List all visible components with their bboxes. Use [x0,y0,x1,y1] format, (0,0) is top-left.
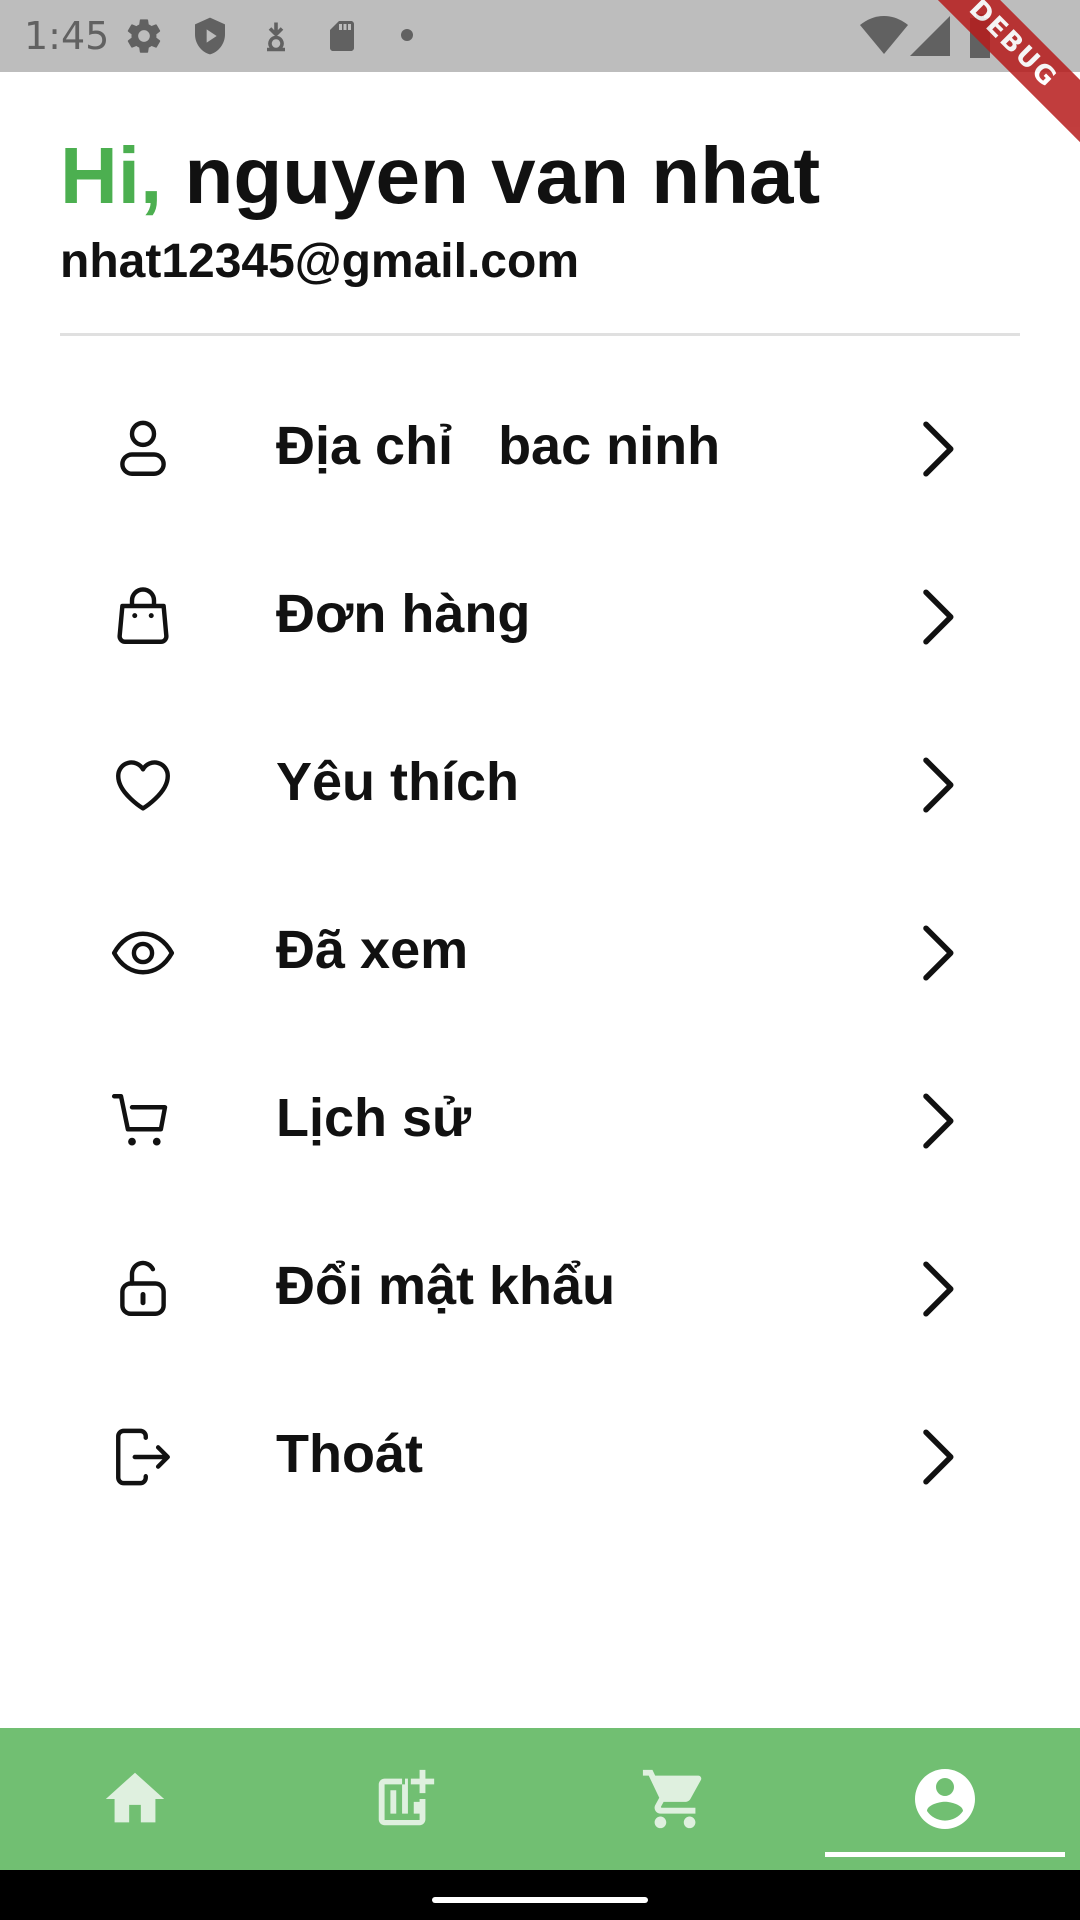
account-icon [915,1769,975,1829]
menu-item-logout[interactable]: Thoát [0,1370,1080,1538]
user-icon [120,420,166,476]
download-icon [267,22,285,52]
wifi-icon [860,16,908,54]
nav-stats[interactable] [270,1728,540,1870]
stats-icon [378,1769,435,1826]
divider [60,333,1020,336]
chevron-right-icon[interactable] [912,584,962,650]
signal-icon [910,16,950,56]
bag-icon [117,587,169,644]
menu-label-viewed: Đã xem [276,920,469,980]
gear-icon [127,19,161,53]
cart-icon [111,1094,168,1146]
bottom-nav [0,1728,1080,1870]
chevron-right-icon[interactable] [912,1256,962,1322]
user-email: nhat12345@gmail.com [60,235,579,288]
menu-item-favorites[interactable]: Yêu thích [0,698,1080,866]
chevron-right-icon[interactable] [912,752,962,818]
system-gesture-bar [0,1870,1080,1920]
heart-icon [116,760,170,811]
gesture-handle[interactable] [432,1897,648,1903]
logout-icon [116,1428,170,1486]
chevron-right-icon[interactable] [912,920,962,986]
shopping-cart-icon [642,1769,702,1829]
dot-icon [401,29,413,41]
menu-label-address: Địa chỉ bac ninh [276,416,721,476]
menu-label-logout: Thoát [276,1424,423,1484]
nav-home[interactable] [0,1728,270,1870]
nav-cart[interactable] [540,1728,810,1870]
chevron-right-icon[interactable] [912,416,962,482]
sd-card-icon [330,21,354,51]
menu-label-orders: Đơn hàng [276,584,531,644]
shield-icon [195,17,225,55]
nav-account[interactable] [810,1728,1080,1870]
chevron-right-icon[interactable] [912,1424,962,1490]
chevron-right-icon[interactable] [912,1088,962,1154]
menu-item-orders[interactable]: Đơn hàng [0,530,1080,698]
menu-item-address[interactable]: Địa chỉ bac ninh [0,362,1080,530]
status-bar: 1:45 [0,0,1080,72]
home-icon [105,1772,165,1823]
menu-item-history[interactable]: Lịch sử [0,1034,1080,1202]
greeting: Hi, nguyen van nhat [60,130,820,222]
eye-icon [111,931,175,975]
menu-label-history: Lịch sử [276,1088,472,1148]
menu-item-viewed[interactable]: Đã xem [0,866,1080,1034]
unlock-icon [120,1260,166,1316]
nav-active-indicator [825,1852,1065,1857]
menu-label-favorites: Yêu thích [276,752,520,812]
menu-item-change-password[interactable]: Đổi mật khẩu [0,1202,1080,1370]
profile-menu: Địa chỉ bac ninh Đơn hàng Yêu thích Đã x… [0,362,1080,1538]
status-time: 1:45 [24,14,110,58]
greeting-prefix: Hi, [60,131,163,220]
menu-label-change-password: Đổi mật khẩu [276,1256,616,1316]
user-name: nguyen van nhat [162,131,821,220]
